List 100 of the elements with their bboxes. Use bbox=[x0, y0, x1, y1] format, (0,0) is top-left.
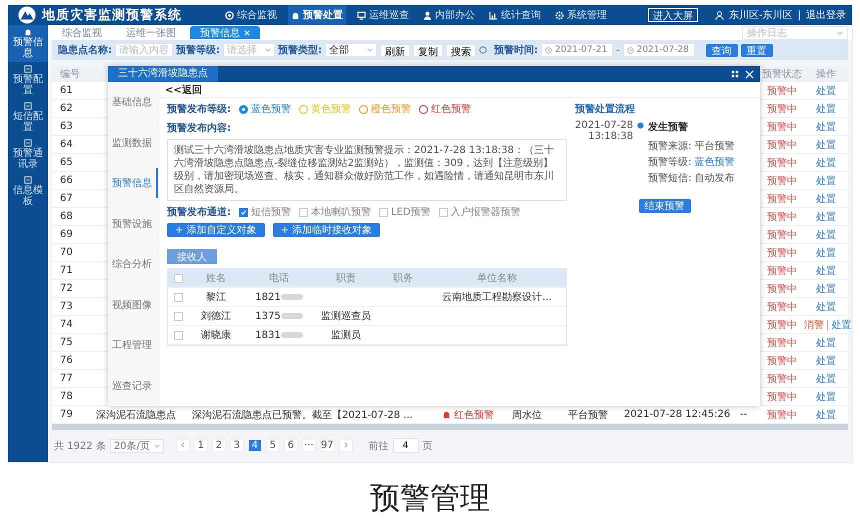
end-warning-button[interactable]: 结束预警 bbox=[638, 199, 690, 213]
dialog-tab[interactable]: 基础信息 bbox=[108, 87, 158, 118]
dialog-tab[interactable]: 预警信息 bbox=[108, 168, 158, 198]
level-radio-option[interactable]: 红色预警 bbox=[419, 102, 471, 116]
sidebar-item[interactable]: 短信配置 bbox=[8, 99, 48, 136]
action-link[interactable]: 处置 bbox=[816, 176, 836, 186]
channel-checkbox-option[interactable]: 本地喇叭预警 bbox=[299, 205, 371, 219]
action-link[interactable]: 处置 bbox=[816, 140, 836, 150]
action-link[interactable]: 处置 bbox=[816, 122, 836, 132]
table-cell-text: 71 bbox=[59, 265, 74, 276]
filter-button[interactable]: 重置 bbox=[740, 44, 773, 56]
sidebar-item[interactable]: 预警配置 bbox=[8, 62, 48, 99]
tool-button[interactable]: 复制 bbox=[413, 44, 443, 56]
add-recipient-button[interactable]: + 添加临时接收对象 bbox=[272, 223, 380, 237]
logout-link[interactable]: 退出登录 bbox=[806, 8, 846, 22]
table-cell-text: 深沟泥石流隐患点 bbox=[95, 408, 177, 422]
dialog-title: 三十六湾滑坡隐患点 bbox=[108, 66, 218, 82]
nav-item[interactable]: 预警处置 bbox=[288, 5, 346, 25]
action-link[interactable]: 处置 bbox=[816, 194, 836, 204]
page-button[interactable]: 2 bbox=[212, 439, 226, 452]
nav-item[interactable]: 运维巡查 bbox=[354, 5, 412, 25]
goto-suffix: 页 bbox=[422, 440, 433, 452]
action-link[interactable]: 处置 bbox=[816, 158, 836, 168]
action-link[interactable]: 消警 bbox=[804, 320, 824, 330]
type-select[interactable]: 全部 bbox=[325, 43, 377, 57]
page-tab[interactable]: 预警信息 bbox=[190, 26, 260, 39]
action-link[interactable]: 处置 bbox=[816, 248, 836, 258]
range-separator: - bbox=[616, 44, 620, 56]
action-link[interactable]: 处置 bbox=[816, 356, 836, 366]
page-button[interactable]: 3 bbox=[230, 439, 244, 452]
process-time: 13:18:38 bbox=[588, 131, 634, 142]
tool-button[interactable]: 搜索 bbox=[446, 44, 476, 56]
channel-checkbox-option[interactable]: 入户报警器预警 bbox=[438, 205, 521, 219]
dialog-tab[interactable]: 工程管理 bbox=[108, 330, 158, 360]
table-cell-text: 77 bbox=[59, 373, 74, 384]
dialog-tab[interactable]: 监测数据 bbox=[108, 128, 158, 158]
action-link[interactable]: 处置 bbox=[816, 374, 836, 384]
nav-item[interactable]: 统计查询 bbox=[486, 5, 544, 25]
status-text: 预警中 bbox=[766, 336, 798, 350]
table-cell-text: 70 bbox=[59, 247, 74, 258]
page-button[interactable]: 6 bbox=[284, 439, 298, 452]
page-button[interactable]: 5 bbox=[266, 439, 280, 452]
level-radio-option[interactable]: 橙色预警 bbox=[359, 102, 411, 116]
table-cell-text: 2021-07-28 12:45:26 bbox=[623, 409, 732, 420]
field-label: 预警时间: bbox=[494, 44, 538, 57]
dialog-tab[interactable]: 预警设施 bbox=[108, 208, 158, 239]
add-recipient-button[interactable]: + 添加自定义对象 bbox=[167, 223, 265, 237]
phone-text: 1375 bbox=[255, 310, 281, 322]
column-header: 职责 bbox=[335, 272, 357, 285]
status-text: 预警中 bbox=[766, 192, 798, 206]
goto-page-input[interactable]: 4 bbox=[392, 438, 419, 453]
filter-button[interactable]: 查询 bbox=[706, 44, 738, 56]
action-link[interactable]: 处置 bbox=[831, 320, 852, 330]
level-radio-option[interactable]: 蓝色预警 bbox=[239, 102, 291, 116]
recipient-tab[interactable]: 接收人 bbox=[167, 249, 217, 264]
action-link[interactable]: 处置 bbox=[816, 338, 836, 348]
back-link[interactable]: <<返回 bbox=[165, 82, 202, 96]
sidebar-item[interactable]: 预警通讯录 bbox=[8, 136, 48, 173]
action-link[interactable]: 处置 bbox=[816, 230, 836, 240]
nav-item[interactable]: 内部办公 bbox=[420, 5, 478, 25]
table-cell-text: -- bbox=[739, 409, 748, 420]
field-label: 预警发布内容: bbox=[167, 121, 232, 135]
end-date-field[interactable]: 2021-07-28 bbox=[622, 43, 695, 57]
channel-checkbox-option[interactable]: 短信预警 bbox=[239, 205, 291, 219]
nav-item[interactable]: 系统管理 bbox=[552, 5, 610, 25]
dialog-tab[interactable]: 视频图像 bbox=[108, 290, 158, 320]
dialog-tab[interactable]: 综合分析 bbox=[108, 249, 158, 280]
status-text: 预警中 bbox=[766, 318, 798, 332]
goto-label: 前往 bbox=[368, 440, 389, 452]
field-label: 预警类型: bbox=[278, 44, 322, 57]
action-link[interactable]: 处置 bbox=[816, 284, 836, 294]
table-cell-text: 73 bbox=[59, 301, 74, 312]
action-link[interactable]: 处置 bbox=[816, 392, 836, 402]
dialog-tab[interactable]: 巡查记录 bbox=[108, 370, 158, 401]
action-link[interactable]: 处置 bbox=[816, 104, 836, 114]
nav-item[interactable]: 综合监视 bbox=[222, 5, 280, 25]
name-input-field[interactable]: 请输入内容 bbox=[115, 43, 173, 57]
action-link[interactable]: 处置 bbox=[816, 302, 836, 312]
page-button[interactable]: 97 bbox=[320, 439, 335, 452]
action-link[interactable]: 处置 bbox=[816, 410, 836, 420]
tool-button[interactable]: 刷新 bbox=[380, 44, 410, 56]
page-button[interactable]: 4 bbox=[248, 439, 262, 452]
start-date-field[interactable]: 2021-07-21 bbox=[541, 43, 613, 57]
action-link[interactable]: 处置 bbox=[816, 266, 836, 276]
page-size-select[interactable]: 20条/页 bbox=[110, 438, 164, 452]
status-text: 预警中 bbox=[766, 156, 798, 170]
status-text: 预警中 bbox=[766, 390, 798, 404]
enter-dashboard-button[interactable]: 进入大屏 bbox=[648, 8, 698, 22]
action-link[interactable]: 处置 bbox=[816, 212, 836, 222]
field-label: 预警发布通道: bbox=[167, 206, 231, 219]
table-cell-text: 66 bbox=[59, 175, 74, 186]
sidebar-item[interactable]: 信息模板 bbox=[8, 173, 48, 210]
page-tab[interactable]: 运维一张图 bbox=[116, 26, 186, 39]
channel-checkbox-option[interactable]: LED预警 bbox=[379, 205, 431, 219]
page-tab[interactable]: 综合监视 bbox=[52, 26, 112, 39]
content-text-field[interactable]: 测试三十六湾滑坡隐患点地质灾害专业监测预警提示：2021-7-28 13:18:38：（三十六湾滑坡隐患点隐患点-裂缝位移监测站2监测站），监测值：309，达到【注意级别】级别，请加密现场巡查、核实，通知群众做好防范工作，如遇险情，请通知昆明市东川区自然资源局。 bbox=[167, 139, 567, 201]
action-link[interactable]: 处置 bbox=[816, 86, 836, 96]
page-button[interactable]: ··· bbox=[302, 439, 316, 452]
sidebar-item[interactable]: 预警信息 bbox=[8, 25, 48, 62]
page-button[interactable]: 1 bbox=[194, 439, 208, 452]
